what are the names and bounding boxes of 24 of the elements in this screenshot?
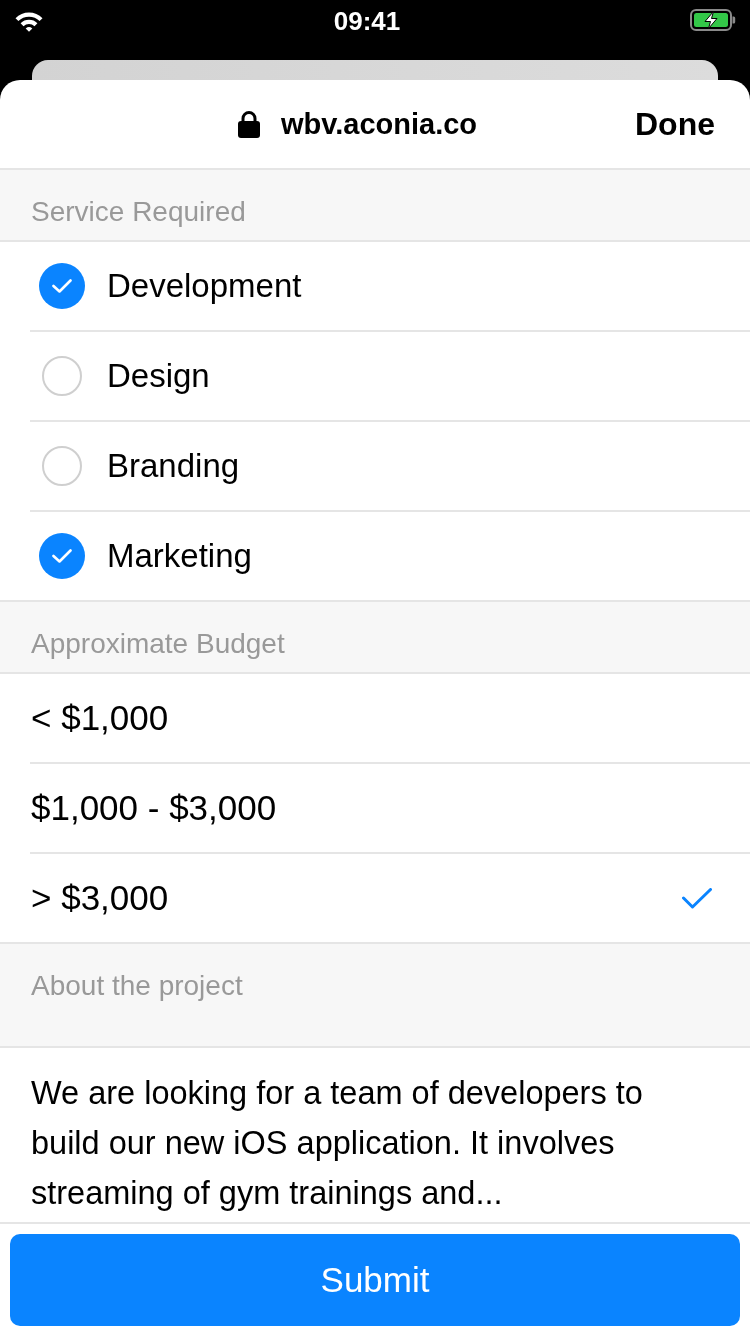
wifi-icon [14,10,44,32]
service-option-label: Design [107,357,210,395]
service-option-label: Marketing [107,537,252,575]
done-button[interactable]: Done [635,105,715,143]
checkbox[interactable] [39,533,85,579]
lock-icon [237,110,260,138]
checkbox[interactable] [42,446,82,486]
checkmark-icon [52,279,72,293]
checkmark-icon [682,887,712,909]
checkbox[interactable] [42,356,82,396]
budget-option[interactable]: > $3,000 [30,854,750,942]
section-header: Service Required [0,168,750,242]
checkbox[interactable] [39,263,85,309]
battery-charging-icon [690,9,736,31]
budget-option[interactable]: < $1,000 [30,674,750,764]
url-text: wbv.aconia.co [280,107,478,141]
status-time: 09:41 [333,6,401,36]
checkmark-icon [52,549,72,563]
section-header: Approximate Budget [0,600,750,674]
budget-option[interactable]: $1,000 - $3,000 [30,764,750,854]
service-option-label: Development [107,267,302,305]
submit-button[interactable]: Submit [10,1234,740,1326]
service-option-label: Branding [107,447,240,485]
section-header: About the project [0,942,750,1048]
